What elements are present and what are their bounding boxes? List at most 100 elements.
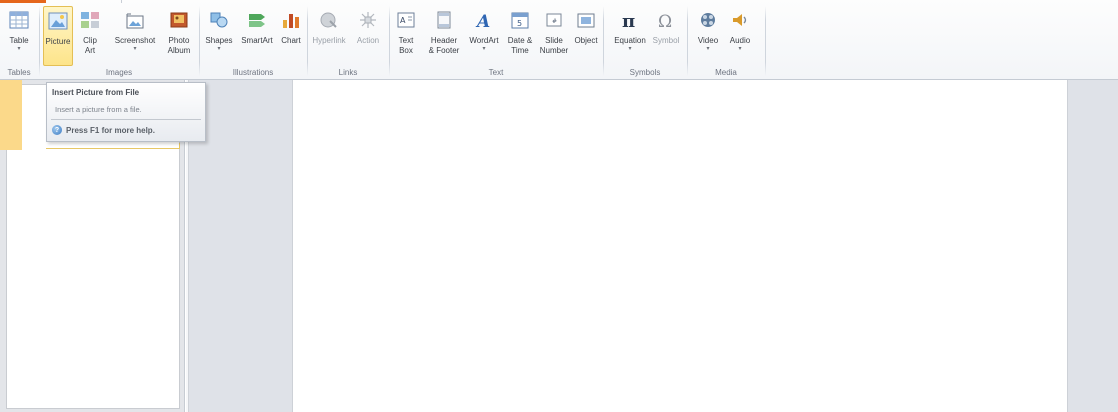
images-group-label: Images: [105, 68, 133, 77]
picture-icon: [47, 10, 69, 32]
text-box-label: Text Box: [398, 36, 414, 55]
shapes-button[interactable]: Shapes ▾: [202, 6, 236, 66]
images-group: Picture Clip Art Screenshot ▾ Photo Albu…: [40, 4, 198, 78]
illustrations-group-label: Illustrations: [232, 68, 274, 77]
audio-label: Audio: [729, 36, 751, 45]
symbols-group-label: Symbols: [629, 68, 661, 77]
equation-button[interactable]: π Equation ▾: [612, 6, 648, 66]
selected-slide-highlight: [0, 80, 22, 150]
smartart-icon: [246, 9, 268, 31]
action-label: Action: [356, 36, 380, 45]
header-footer-label: Header & Footer: [428, 36, 460, 55]
screenshot-dropdown-arrow: ▾: [133, 46, 137, 52]
symbols-group: π Equation ▾ Ω Symbol Symbols: [604, 4, 686, 78]
illustrations-group: Shapes ▾ SmartArt Chart Illustrations: [200, 4, 306, 78]
audio-button[interactable]: Audio ▾: [726, 6, 754, 66]
insert-ribbon: Table ▾ Tables Picture Clip Art Screensh…: [0, 0, 1118, 80]
slide-number-label: Slide Number: [539, 36, 569, 55]
svg-text:π: π: [622, 11, 635, 29]
chart-button[interactable]: Chart: [278, 6, 304, 66]
svg-text:A: A: [400, 16, 406, 25]
symbol-label: Symbol: [652, 36, 680, 45]
clip-art-icon: [79, 9, 101, 31]
object-label: Object: [574, 36, 598, 45]
omega-icon: Ω: [655, 9, 677, 31]
action-button[interactable]: Action: [352, 6, 384, 66]
header-footer-button[interactable]: Header & Footer: [424, 6, 464, 66]
tooltip-help: ? Press F1 for more help.: [52, 125, 155, 135]
svg-text:A: A: [475, 12, 490, 29]
shapes-dropdown-arrow: ▾: [217, 46, 221, 52]
date-time-label: Date & Time: [507, 36, 533, 55]
tooltip-accent-border: [46, 143, 180, 149]
screenshot-label: Screenshot: [114, 36, 156, 45]
shapes-icon: [208, 9, 230, 31]
tooltip-title: Insert Picture from File: [52, 88, 140, 97]
hyperlink-button[interactable]: Hyperlink: [310, 6, 348, 66]
action-icon: [357, 9, 379, 31]
svg-text:Ω: Ω: [658, 12, 672, 29]
powerpoint-window: Table ▾ Tables Picture Clip Art Screensh…: [0, 0, 1118, 412]
video-icon: [697, 9, 719, 31]
chart-icon: [280, 9, 302, 31]
svg-text:5: 5: [517, 19, 522, 28]
video-button[interactable]: Video ▾: [694, 6, 722, 66]
equation-label: Equation: [614, 36, 646, 45]
screenshot-icon: [124, 9, 146, 31]
insert-picture-tooltip: Insert Picture from File Insert a pictur…: [46, 82, 206, 142]
tooltip-divider: [51, 119, 201, 120]
group-separator: [765, 6, 766, 76]
slide-canvas[interactable]: [292, 80, 1068, 412]
picture-label: Picture: [45, 37, 71, 46]
smartart-label: SmartArt: [241, 36, 273, 45]
wordart-icon: A: [473, 9, 495, 31]
photo-album-icon: [168, 9, 190, 31]
smartart-button[interactable]: SmartArt: [238, 6, 276, 66]
text-group: A Text Box Header & Footer A WordArt ▾ 5: [390, 4, 602, 78]
object-button[interactable]: Object: [572, 6, 600, 66]
table-button[interactable]: Table ▾: [4, 6, 34, 66]
tables-group-label: Tables: [7, 68, 31, 77]
table-icon: [8, 9, 30, 31]
links-group-label: Links: [338, 68, 358, 77]
wordart-label: WordArt: [469, 36, 499, 45]
header-footer-icon: [433, 9, 455, 31]
table-label: Table: [9, 36, 29, 45]
hyperlink-label: Hyperlink: [312, 36, 346, 45]
video-dropdown-arrow: ▾: [706, 46, 710, 52]
object-icon: [575, 9, 597, 31]
calendar-icon: 5: [509, 9, 531, 31]
wordart-dropdown-arrow: ▾: [482, 46, 486, 52]
media-group-label: Media: [715, 68, 737, 77]
svg-text:#: #: [552, 18, 557, 25]
help-icon: ?: [52, 125, 62, 135]
photo-album-button[interactable]: Photo Album: [162, 6, 196, 66]
file-tab-edge[interactable]: [0, 0, 46, 3]
date-time-button[interactable]: 5 Date & Time: [504, 6, 536, 66]
equation-dropdown-arrow: ▾: [628, 46, 632, 52]
picture-button[interactable]: Picture: [43, 6, 73, 66]
text-box-button[interactable]: A Text Box: [394, 6, 418, 66]
speaker-icon: [729, 9, 751, 31]
screenshot-button[interactable]: Screenshot ▾: [112, 6, 158, 66]
slide-number-icon: #: [543, 9, 565, 31]
clip-art-button[interactable]: Clip Art: [78, 6, 102, 66]
video-label: Video: [697, 36, 719, 45]
wordart-button[interactable]: A WordArt ▾: [466, 6, 502, 66]
text-box-icon: A: [395, 9, 417, 31]
hyperlink-icon: [318, 9, 340, 31]
slide-number-button[interactable]: # Slide Number: [538, 6, 570, 66]
shapes-label: Shapes: [205, 36, 233, 45]
chart-label: Chart: [281, 36, 301, 45]
ribbon-top-divider: [121, 0, 122, 3]
text-group-label: Text: [488, 68, 504, 77]
tooltip-description: Insert a picture from a file.: [55, 105, 142, 114]
audio-dropdown-arrow: ▾: [738, 46, 742, 52]
links-group: Hyperlink Action Links: [308, 4, 388, 78]
tables-group: Table ▾ Tables: [0, 4, 38, 78]
clip-art-label: Clip Art: [83, 36, 97, 55]
photo-album-label: Photo Album: [167, 36, 191, 55]
symbol-button[interactable]: Ω Symbol: [650, 6, 682, 66]
table-dropdown-arrow: ▾: [17, 46, 21, 52]
pi-icon: π: [619, 9, 641, 31]
